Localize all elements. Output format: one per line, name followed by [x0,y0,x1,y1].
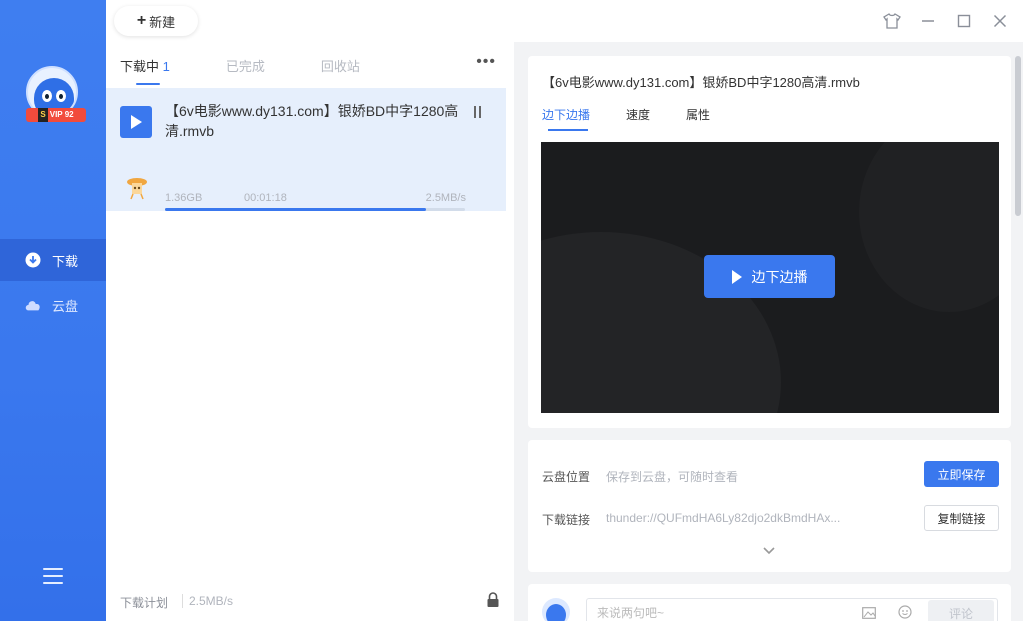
play-icon[interactable] [120,106,152,138]
download-list-panel: 下载中 1 已完成 回收站 ••• 【6v电影www.dy131.com】银娇B… [106,42,514,621]
task-elapsed: 00:01:18 [244,192,287,204]
vip-badge: S VIP 92 [26,108,86,122]
download-task-row[interactable]: 【6v电影www.dy131.com】银娇BD中字1280高清.rmvb 1.3… [106,88,506,211]
cloud-location-label: 云盘位置 [542,470,591,484]
detail-panel: 【6v电影www.dy131.com】银娇BD中字1280高清.rmvb 边下边… [528,56,1011,428]
sidebar-item-label: 云盘 [52,298,79,314]
app-window: S VIP 92 下载 云盘 + 新建 下载中 1 已完成 回收站 ••• 【6… [0,0,1023,621]
tab-play-while-download[interactable]: 边下边播 [542,106,590,131]
comment-panel: 来说两句吧~ 评论 [528,584,1011,621]
lock-icon[interactable] [486,592,500,608]
download-link-value: thunder://QUFmdHA6Ly82djo2dkBmdHAx... [606,511,841,525]
more-options-icon[interactable]: ••• [476,54,496,70]
window-controls [881,10,1011,32]
sidebar-item-label: 下载 [52,253,79,269]
download-plan-label[interactable]: 下载计划 [120,594,168,611]
user-avatar[interactable]: S VIP 92 [26,66,86,122]
tab-downloading[interactable]: 下载中 1 [120,56,170,85]
download-link-label: 下载链接 [542,513,591,527]
save-now-button[interactable]: 立即保存 [924,461,999,487]
task-progress-fill [165,208,426,211]
new-task-button[interactable]: + 新建 [114,6,198,36]
mascot-accelerate-icon[interactable] [126,174,147,200]
avatar [542,598,570,621]
tab-completed[interactable]: 已完成 [226,56,265,85]
task-size: 1.36GB [165,192,203,204]
detail-title: 【6v电影www.dy131.com】银娇BD中字1280高清.rmvb [542,75,860,90]
sidebar-item-download[interactable]: 下载 [0,239,106,281]
sidebar-item-cloud[interactable]: 云盘 [0,284,106,326]
minimize-icon[interactable] [917,10,939,32]
copy-link-button[interactable]: 复制链接 [924,505,999,531]
image-icon[interactable] [862,606,876,619]
cloud-location-value: 保存到云盘，可随时查看 [606,470,739,484]
task-progress-bar [165,208,465,211]
download-icon [24,251,42,269]
tab-recycle-bin[interactable]: 回收站 [321,56,360,85]
maximize-icon[interactable] [953,10,975,32]
download-plan-speed: 2.5MB/s [182,594,233,608]
chevron-down-icon[interactable] [762,543,776,555]
send-comment-button[interactable]: 评论 [928,600,994,621]
play-while-download-button[interactable]: 边下边播 [704,255,835,298]
play-icon [731,269,742,284]
emoji-icon[interactable] [898,605,912,619]
menu-icon[interactable] [43,568,63,584]
topbar: + 新建 [106,0,1023,42]
plus-icon: + [136,12,147,29]
info-panel: 云盘位置 保存到云盘，可随时查看 立即保存 下载链接 thunder://QUF… [528,440,1011,572]
tab-properties[interactable]: 属性 [686,106,710,131]
task-speed: 2.5MB/s [425,192,466,204]
tab-speed[interactable]: 速度 [626,106,650,131]
skin-icon[interactable] [881,10,903,32]
scrollbar[interactable] [1015,56,1021,216]
list-tabs: 下载中 1 已完成 回收站 [120,56,416,85]
video-player[interactable]: 边下边播 [541,142,999,413]
cloud-icon [24,296,42,314]
sidebar: S VIP 92 下载 云盘 [0,0,106,621]
pause-icon[interactable] [474,106,488,120]
close-icon[interactable] [989,10,1011,32]
task-name: 【6v电影www.dy131.com】银娇BD中字1280高清.rmvb [165,103,459,139]
detail-tabs: 边下边播 速度 属性 [542,106,746,131]
